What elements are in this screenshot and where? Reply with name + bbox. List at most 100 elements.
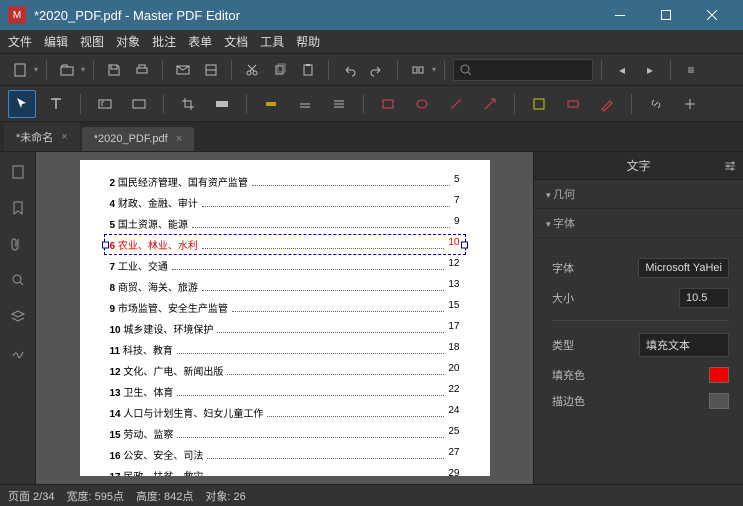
pages-panel-button[interactable] — [6, 160, 30, 184]
toc-row[interactable]: 2 国民经济管理、国有资产监管5 — [110, 174, 460, 189]
menu-annotate[interactable]: 批注 — [152, 33, 176, 50]
document-tabs: *未命名× *2020_PDF.pdf× — [0, 122, 743, 152]
signatures-panel-button[interactable] — [6, 340, 30, 364]
select-tool[interactable] — [8, 90, 36, 118]
save-button[interactable] — [102, 58, 126, 82]
toc-row[interactable]: 13 卫生、体育22 — [110, 384, 460, 399]
maximize-button[interactable] — [643, 0, 689, 30]
document-viewport[interactable]: 2 国民经济管理、国有资产监管5 4 财政、金融、审计7 5 国土资源、能源9 6 农… — [36, 152, 533, 484]
toc-row[interactable]: 6 农业、林业、水利10 — [110, 237, 460, 252]
copy-button[interactable] — [268, 58, 292, 82]
menu-help[interactable]: 帮助 — [296, 33, 320, 50]
bookmarks-panel-button[interactable] — [6, 196, 30, 220]
layers-panel-button[interactable] — [6, 304, 30, 328]
dropdown-icon[interactable]: ▾ — [34, 65, 38, 74]
status-page: 页面 2/34 — [8, 488, 54, 504]
arrow-tool[interactable] — [476, 90, 504, 118]
sticky-note-tool[interactable] — [525, 90, 553, 118]
fill-color-swatch[interactable] — [709, 367, 729, 383]
section-font[interactable]: 字体 — [534, 209, 743, 238]
undo-button[interactable] — [337, 58, 361, 82]
stroke-color-swatch[interactable] — [709, 393, 729, 409]
line-tool[interactable] — [442, 90, 470, 118]
dropdown-icon[interactable]: ▾ — [432, 65, 436, 74]
menu-view[interactable]: 视图 — [80, 33, 104, 50]
toc-row[interactable]: 5 国土资源、能源9 — [110, 216, 460, 231]
toc-row[interactable]: 11 科技、教育18 — [110, 342, 460, 357]
next-search-button[interactable]: ▸ — [638, 58, 662, 82]
strikeout-tool[interactable] — [325, 90, 353, 118]
size-label: 大小 — [552, 290, 574, 306]
attachments-panel-button[interactable] — [6, 232, 30, 256]
font-value[interactable]: Microsoft YaHei — [638, 258, 729, 278]
stroke-label: 描边色 — [552, 393, 585, 409]
menu-tools[interactable]: 工具 — [260, 33, 284, 50]
menu-forms[interactable]: 表单 — [188, 33, 212, 50]
settings-icon[interactable] — [723, 159, 737, 173]
menu-file[interactable]: 文件 — [8, 33, 32, 50]
pdf-page: 2 国民经济管理、国有资产监管5 4 财政、金融、审计7 5 国土资源、能源9 6 农… — [80, 160, 490, 476]
email-button[interactable] — [171, 58, 195, 82]
status-height: 高度: 842点 — [136, 488, 193, 504]
close-icon[interactable]: × — [61, 131, 67, 143]
prev-search-button[interactable]: ◂ — [610, 58, 634, 82]
menu-object[interactable]: 对象 — [116, 33, 140, 50]
search-box[interactable] — [453, 59, 593, 81]
pencil-tool[interactable] — [593, 90, 621, 118]
tab-untitled[interactable]: *未命名× — [4, 123, 80, 151]
toc-row[interactable]: 10 城乡建设、环境保护17 — [110, 321, 460, 336]
minimize-button[interactable] — [597, 0, 643, 30]
menu-document[interactable]: 文档 — [224, 33, 248, 50]
paste-button[interactable] — [296, 58, 320, 82]
redact-tool[interactable] — [208, 90, 236, 118]
section-geometry[interactable]: 几何 — [534, 180, 743, 209]
close-icon[interactable]: × — [176, 133, 182, 145]
toc-row[interactable]: 17 民政、扶贫、救灾29 — [110, 468, 460, 476]
more-tools[interactable] — [676, 90, 704, 118]
zoom-button[interactable] — [406, 58, 430, 82]
statusbar: 页面 2/34 宽度: 595点 高度: 842点 对象: 26 — [0, 484, 743, 506]
cut-button[interactable] — [240, 58, 264, 82]
crop-tool[interactable] — [174, 90, 202, 118]
search-input[interactable] — [471, 64, 586, 76]
ellipse-tool[interactable] — [408, 90, 436, 118]
main-toolbar: ▾ ▾ ▾ ◂ ▸ ≡ — [0, 54, 743, 86]
toc-row[interactable]: 16 公安、安全、司法27 — [110, 447, 460, 462]
dropdown-icon[interactable]: ▾ — [81, 65, 85, 74]
size-value[interactable]: 10.5 — [679, 288, 729, 308]
underline-tool[interactable] — [291, 90, 319, 118]
edit-text-tool[interactable] — [91, 90, 119, 118]
link-tool[interactable] — [642, 90, 670, 118]
menu-icon[interactable]: ≡ — [679, 58, 703, 82]
stamp-tool[interactable] — [559, 90, 587, 118]
titlebar: M *2020_PDF.pdf - Master PDF Editor — [0, 0, 743, 30]
redo-button[interactable] — [365, 58, 389, 82]
menubar: 文件 编辑 视图 对象 批注 表单 文档 工具 帮助 — [0, 30, 743, 54]
close-button[interactable] — [689, 0, 735, 30]
toc-row[interactable]: 12 文化、广电、新闻出版20 — [110, 363, 460, 378]
status-width: 宽度: 595点 — [66, 488, 123, 504]
print-button[interactable] — [130, 58, 154, 82]
text-select-tool[interactable] — [42, 90, 70, 118]
tab-2020pdf[interactable]: *2020_PDF.pdf× — [82, 127, 194, 151]
menu-edit[interactable]: 编辑 — [44, 33, 68, 50]
toc-row[interactable]: 14 人口与计划生育、妇女儿童工作24 — [110, 405, 460, 420]
window-title: *2020_PDF.pdf - Master PDF Editor — [34, 8, 597, 23]
edit-form-tool[interactable] — [125, 90, 153, 118]
toc-row[interactable]: 8 商贸、海关、旅游13 — [110, 279, 460, 294]
toc-row[interactable]: 9 市场监管、安全生产监管15 — [110, 300, 460, 315]
highlight-tool[interactable] — [257, 90, 285, 118]
toc-row[interactable]: 4 财政、金融、审计7 — [110, 195, 460, 210]
new-button[interactable] — [8, 58, 32, 82]
left-sidebar — [0, 152, 36, 484]
type-value[interactable]: 填充文本 — [639, 333, 729, 357]
type-label: 类型 — [552, 337, 574, 353]
toc-row[interactable]: 7 工业、交通12 — [110, 258, 460, 273]
edit-toolbar — [0, 86, 743, 122]
open-button[interactable] — [55, 58, 79, 82]
scan-button[interactable] — [199, 58, 223, 82]
toc-row[interactable]: 15 劳动、监察25 — [110, 426, 460, 441]
properties-panel: 文字 几何 字体 字体 Microsoft YaHei 大小 10.5 类型 填… — [533, 152, 743, 484]
search-panel-button[interactable] — [6, 268, 30, 292]
rectangle-tool[interactable] — [374, 90, 402, 118]
